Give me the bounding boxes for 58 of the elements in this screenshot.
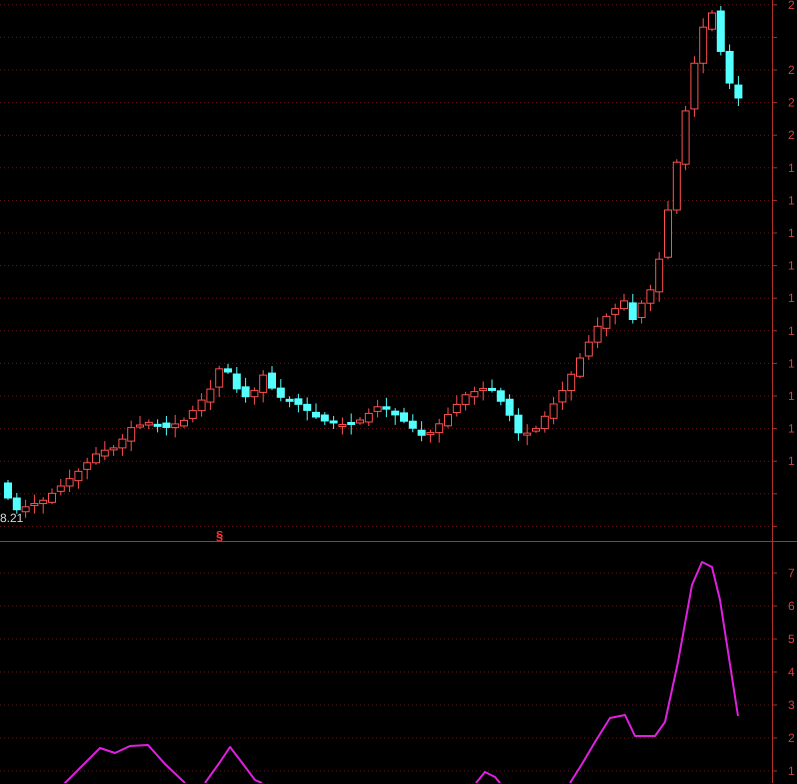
axis-label: 1 <box>788 422 795 436</box>
candle <box>690 56 698 118</box>
candle <box>479 380 488 401</box>
candle <box>162 416 170 436</box>
candle <box>39 496 48 514</box>
candle <box>144 418 153 430</box>
axis-label: 3 <box>788 698 795 712</box>
axis-label: 1 <box>788 356 795 370</box>
candle <box>206 380 214 411</box>
axis-label: 1 <box>788 291 795 306</box>
axis-label: 2 <box>788 63 795 77</box>
axis-label: 1 <box>788 454 795 468</box>
candle <box>611 303 620 325</box>
axis-label: 4 <box>788 665 795 679</box>
candle <box>682 105 690 171</box>
axis-label: 2 <box>788 128 795 142</box>
axis-label: 6 <box>788 599 795 613</box>
candle <box>638 300 646 324</box>
candle <box>567 370 576 402</box>
candle <box>198 392 206 418</box>
axis-label: 2 <box>788 0 795 12</box>
candle <box>30 494 38 514</box>
axis-label: 1 <box>788 193 795 208</box>
candle <box>242 377 250 404</box>
candle <box>584 334 593 360</box>
axis-label: 1 <box>788 160 795 175</box>
candle <box>594 316 602 349</box>
candle <box>391 408 400 426</box>
axis-label: 7 <box>788 566 795 580</box>
price-label: 8.21 <box>0 511 24 525</box>
candle <box>470 386 478 406</box>
axis-label: 1 <box>788 258 795 273</box>
candle <box>74 468 82 490</box>
axis-label: 2 <box>788 731 795 745</box>
axis-label: 1 <box>788 764 795 778</box>
candle <box>66 469 74 492</box>
candle <box>558 381 566 410</box>
candle <box>154 418 162 433</box>
candle <box>408 414 417 433</box>
candle <box>12 492 21 514</box>
candle <box>83 457 92 480</box>
candle <box>330 415 338 430</box>
candle <box>338 416 346 435</box>
axis-label: 1 <box>788 324 795 338</box>
axis-label: 1 <box>788 226 795 240</box>
candle <box>672 158 681 214</box>
candle <box>382 397 390 418</box>
axis-label: 5 <box>788 632 795 646</box>
axis-label: 2 <box>788 96 795 110</box>
candle <box>550 396 558 425</box>
candle <box>320 412 329 426</box>
candle <box>56 478 65 496</box>
candle <box>452 394 461 418</box>
candle <box>462 391 470 411</box>
candle <box>602 312 610 337</box>
axis-label: 1 <box>788 389 795 403</box>
candle <box>374 399 382 418</box>
candle <box>22 499 30 518</box>
